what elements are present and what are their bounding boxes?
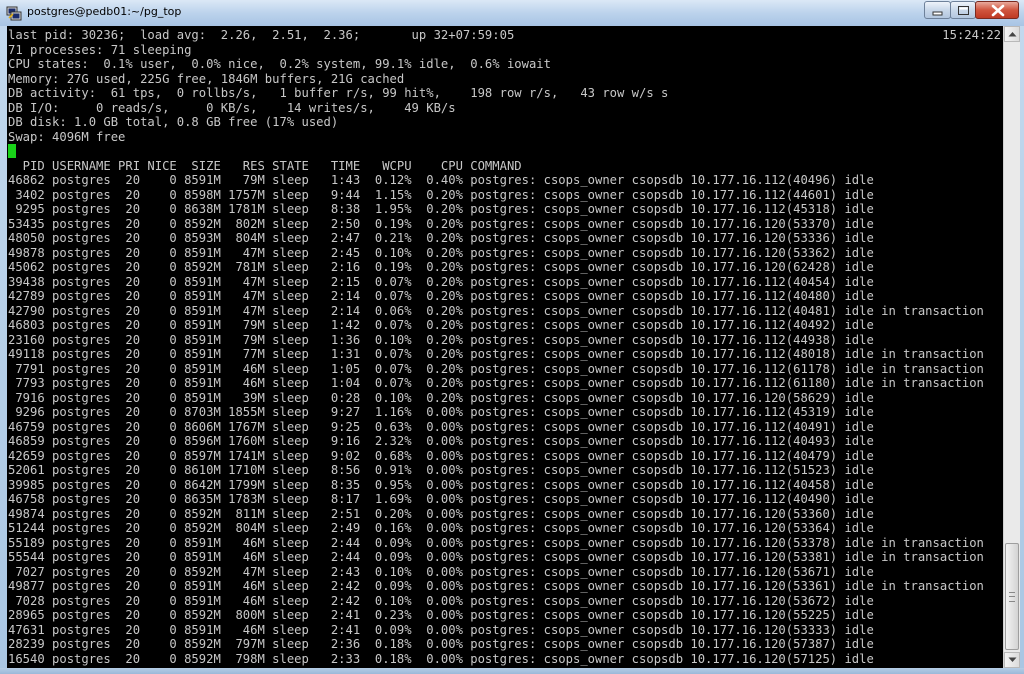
process-row: 46859 postgres 20 0 8596M 1760M sleep 9:… — [8, 434, 874, 448]
process-row: 55189 postgres 20 0 8591M 46M sleep 2:44… — [8, 535, 984, 550]
grip-icon — [1009, 592, 1015, 602]
process-row: 53435 postgres 20 0 8592M 802M sleep 2:5… — [8, 216, 874, 231]
maximize-icon — [958, 6, 969, 15]
window-border — [0, 668, 1024, 674]
process-row: 39438 postgres 20 0 8591M 47M sleep 2:15… — [8, 274, 874, 289]
process-row: 49874 postgres 20 0 8592M 811M sleep 2:5… — [8, 506, 874, 521]
process-row: 23160 postgres 20 0 8591M 79M sleep 1:36… — [8, 332, 874, 347]
cursor-line — [8, 144, 984, 159]
summary-line: last pid: 30236; load avg: 2.26, 2.51, 2… — [8, 28, 515, 42]
process-row: 49877 postgres 20 0 8591M 46M sleep 2:42… — [8, 579, 984, 593]
summary-line: Memory: 27G used, 225G free, 1846M buffe… — [8, 71, 405, 86]
process-row: 55544 postgres 20 0 8591M 46M sleep 2:44… — [8, 550, 984, 564]
minimize-icon — [932, 11, 943, 16]
process-row: 9295 postgres 20 0 8638M 1781M sleep 8:3… — [8, 202, 874, 216]
minimize-button[interactable] — [924, 1, 951, 19]
process-row: 39985 postgres 20 0 8642M 1799M sleep 8:… — [8, 477, 874, 492]
scroll-up-button[interactable] — [1004, 26, 1020, 42]
process-row: 46803 postgres 20 0 8591M 79M sleep 1:42… — [8, 318, 874, 332]
process-row: 3402 postgres 20 0 8598M 1757M sleep 9:4… — [8, 187, 874, 202]
process-row: 46862 postgres 20 0 8591M 79M sleep 1:43… — [8, 173, 874, 187]
process-row: 51244 postgres 20 0 8592M 804M sleep 2:4… — [8, 521, 874, 535]
terminal-cursor — [8, 144, 16, 158]
putty-icon[interactable] — [6, 5, 22, 21]
process-row: 16540 postgres 20 0 8592M 798M sleep 2:3… — [8, 651, 874, 666]
process-row: 28965 postgres 20 0 8592M 800M sleep 2:4… — [8, 608, 874, 622]
close-icon — [991, 4, 1005, 17]
process-row: 46759 postgres 20 0 8606M 1767M sleep 9:… — [8, 419, 874, 434]
summary-line: DB disk: 1.0 GB total, 0.8 GB free (17% … — [8, 115, 339, 129]
arrow-down-icon — [1008, 657, 1017, 662]
process-row: 42659 postgres 20 0 8597M 1741M sleep 9:… — [8, 448, 874, 463]
maximize-button[interactable] — [950, 1, 976, 19]
process-row: 46758 postgres 20 0 8635M 1783M sleep 8:… — [8, 492, 874, 506]
process-row: 28239 postgres 20 0 8592M 797M sleep 2:3… — [8, 637, 874, 651]
summary-line: 71 processes: 71 sleeping — [8, 42, 192, 57]
terminal-output: last pid: 30236; load avg: 2.26, 2.51, 2… — [8, 28, 984, 666]
process-table-header: PID USERNAME PRI NICE SIZE RES STATE TIM… — [8, 158, 522, 173]
process-row: 48050 postgres 20 0 8593M 804M sleep 2:4… — [8, 231, 874, 245]
process-row: 49878 postgres 20 0 8591M 47M sleep 2:45… — [8, 245, 874, 260]
terminal-screen[interactable]: 15:24:22 last pid: 30236; load avg: 2.26… — [7, 26, 1003, 668]
title-bar[interactable]: postgres@pedb01:~/pg_top — [0, 0, 1024, 26]
process-row: 9296 postgres 20 0 8703M 1855M sleep 9:2… — [8, 405, 874, 419]
summary-line: DB I/O: 0 reads/s, 0 KB/s, 14 writes/s, … — [8, 100, 456, 115]
summary-line: DB activity: 61 tps, 0 rollbs/s, 1 buffe… — [8, 86, 669, 100]
process-row: 42790 postgres 20 0 8591M 47M sleep 2:14… — [8, 303, 984, 318]
summary-line: CPU states: 0.1% user, 0.0% nice, 0.2% s… — [8, 57, 551, 71]
process-row: 49118 postgres 20 0 8591M 77M sleep 1:31… — [8, 347, 984, 361]
process-row: 7916 postgres 20 0 8591M 39M sleep 0:28 … — [8, 390, 874, 405]
process-row: 7793 postgres 20 0 8591M 46M sleep 1:04 … — [8, 376, 984, 390]
vertical-scrollbar[interactable] — [1003, 26, 1020, 668]
arrow-up-icon — [1008, 32, 1017, 37]
terminal-window: postgres@pedb01:~/pg_top 15:24:22 last p… — [0, 0, 1024, 674]
process-row: 7791 postgres 20 0 8591M 46M sleep 1:05 … — [8, 361, 984, 376]
summary-line: Swap: 4096M free — [8, 129, 126, 144]
scrollbar-thumb[interactable] — [1005, 543, 1019, 650]
process-row: 7028 postgres 20 0 8591M 46M sleep 2:42 … — [8, 593, 874, 608]
scroll-down-button[interactable] — [1004, 652, 1020, 668]
window-title: postgres@pedb01:~/pg_top — [27, 5, 182, 18]
close-button[interactable] — [975, 1, 1019, 19]
process-row: 52061 postgres 20 0 8610M 1710M sleep 8:… — [8, 463, 874, 477]
process-row: 45062 postgres 20 0 8592M 781M sleep 2:1… — [8, 260, 874, 274]
process-row: 7027 postgres 20 0 8592M 47M sleep 2:43 … — [8, 564, 874, 579]
process-row: 47631 postgres 20 0 8591M 46M sleep 2:41… — [8, 622, 874, 637]
process-row: 42789 postgres 20 0 8591M 47M sleep 2:14… — [8, 289, 874, 303]
